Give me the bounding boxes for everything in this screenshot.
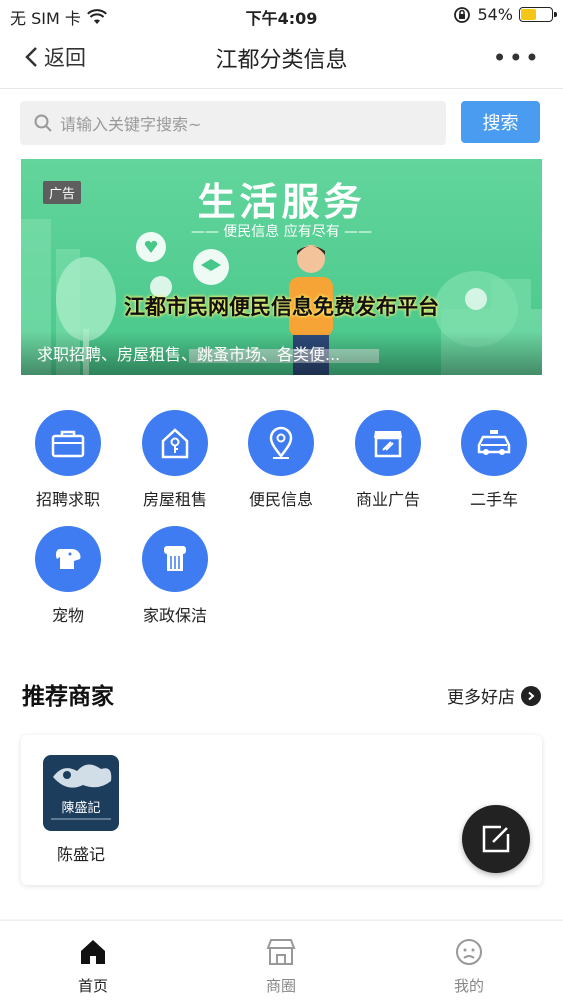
banner-subheading: —— 便民信息 应有尽有 —— — [190, 224, 373, 240]
merchant-name: 陈盛记 — [56, 845, 105, 864]
user-face-icon — [409, 937, 529, 967]
tab-me[interactable]: 我的 — [409, 937, 529, 996]
category-label: 商业广告 — [355, 490, 420, 509]
battery-percent: 54% — [477, 5, 513, 24]
tab-bar: 首页 商圈 我的 — [0, 920, 563, 1001]
banner-caption: 求职招聘、房屋租售、跳蚤市场、各类便... — [37, 345, 341, 364]
edit-icon — [482, 825, 510, 853]
category-jobs[interactable]: 招聘求职 — [15, 410, 121, 510]
category-pets[interactable]: 宠物 — [15, 526, 121, 626]
battery-icon — [519, 7, 557, 22]
tab-label: 我的 — [453, 977, 484, 995]
more-shops-link[interactable]: 更多好店 — [447, 683, 541, 708]
category-label: 房屋租售 — [142, 490, 207, 509]
tab-label: 商圈 — [265, 977, 296, 995]
category-business-ads[interactable]: 商业广告 — [335, 410, 441, 510]
status-bar: 无 SIM 卡 下午4:09 54% — [0, 0, 563, 30]
category-label: 宠物 — [51, 606, 84, 625]
category-label: 便民信息 — [248, 490, 313, 509]
banner-overlay-text: 江都市民网便民信息免费发布平台 — [124, 295, 439, 319]
taxi-icon — [461, 410, 527, 476]
tab-label: 首页 — [77, 977, 108, 995]
section-title: 推荐商家 — [22, 684, 114, 710]
cleaning-icon — [142, 526, 208, 592]
category-housing[interactable]: 房屋租售 — [122, 410, 228, 510]
banner-heading: 生活服务 — [197, 180, 366, 224]
merchant-card: 陳盛記 陈盛记 — [21, 735, 542, 885]
category-used-cars[interactable]: 二手车 — [441, 410, 547, 510]
category-label: 二手车 — [469, 490, 518, 509]
merchant-logo-text: 陳盛記 — [61, 801, 101, 816]
storefront-icon — [355, 410, 421, 476]
chevron-right-icon — [521, 685, 541, 706]
more-shops-label: 更多好店 — [447, 688, 515, 708]
tab-shops[interactable]: 商圈 — [221, 937, 341, 996]
category-housekeeping[interactable]: 家政保洁 — [122, 526, 228, 626]
rotation-lock-icon — [454, 6, 471, 23]
search-button[interactable]: 搜索 — [461, 101, 540, 143]
merchant-item[interactable]: 陳盛記 陈盛记 — [41, 755, 121, 865]
search-bar: 请输入关键字搜索~ 搜索 — [20, 101, 540, 145]
search-input[interactable]: 请输入关键字搜索~ — [20, 101, 446, 145]
category-label: 招聘求职 — [35, 490, 100, 509]
main-content: 请输入关键字搜索~ 搜索 广告 生活服务 —— 便民信息 应有尽有 —— 江都市… — [0, 89, 563, 919]
home-icon — [33, 937, 153, 967]
briefcase-icon — [35, 410, 101, 476]
category-local-info[interactable]: 便民信息 — [228, 410, 334, 510]
more-menu-button[interactable]: ••• — [493, 44, 541, 72]
nav-bar: 返回 江都分类信息 ••• — [0, 30, 563, 89]
category-label: 家政保洁 — [142, 606, 207, 625]
search-placeholder: 请输入关键字搜索~ — [60, 115, 202, 134]
ad-banner[interactable]: 广告 生活服务 —— 便民信息 应有尽有 —— 江都市民网便民信息免费发布平台 … — [21, 159, 542, 375]
house-key-icon — [142, 410, 208, 476]
tab-home[interactable]: 首页 — [33, 937, 153, 996]
page-title: 江都分类信息 — [215, 48, 348, 73]
dog-icon — [35, 526, 101, 592]
post-button[interactable] — [462, 805, 530, 873]
search-icon — [34, 114, 52, 132]
shop-icon — [221, 937, 341, 967]
merchant-logo: 陳盛記 — [43, 755, 119, 831]
location-pin-icon — [248, 410, 314, 476]
